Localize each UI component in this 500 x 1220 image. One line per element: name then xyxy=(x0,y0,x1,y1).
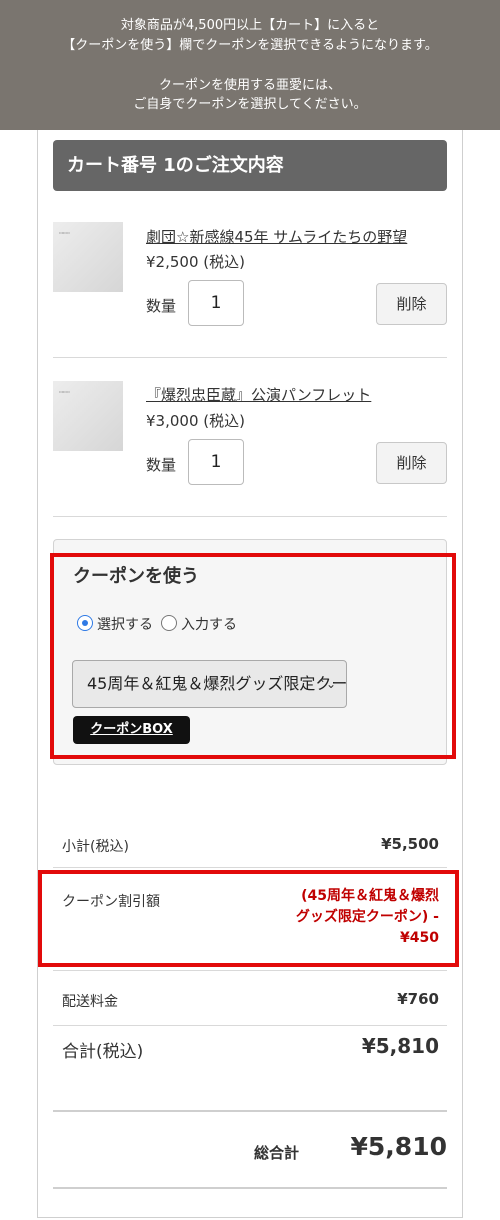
quantity-input[interactable]: 1 xyxy=(188,280,244,326)
product-name-link[interactable]: 劇団☆新感線45年 サムライたちの野望 xyxy=(146,226,407,247)
notice-line: 対象商品が4,500円以上【カート】に入ると xyxy=(120,18,380,33)
divider xyxy=(53,867,447,868)
shipping-value: ¥760 xyxy=(397,990,439,1008)
grand-total-label: 総合計 xyxy=(254,1144,300,1162)
product-image[interactable]: ▫▫▫▫ xyxy=(53,222,123,292)
total-value: ¥5,810 xyxy=(361,1034,439,1058)
subtotal-label: 小計(税込) xyxy=(62,839,129,855)
divider xyxy=(53,1187,447,1189)
delete-button[interactable]: 削除 xyxy=(376,283,447,325)
product-image[interactable]: ▫▫▫▫ xyxy=(53,381,123,451)
notice-line: ご自身でクーポンを選択してください。 xyxy=(133,97,367,112)
shipping-label: 配送料金 xyxy=(62,994,118,1010)
notice-line: クーポンを使用する亜愛には、 xyxy=(158,78,341,93)
divider xyxy=(53,970,447,971)
quantity-label: 数量 xyxy=(146,297,177,315)
delete-button[interactable]: 削除 xyxy=(376,442,447,484)
cart-header: カート番号 1のご注文内容 xyxy=(53,140,447,191)
product-price: ¥2,500 (税込) xyxy=(146,253,245,271)
product-price: ¥3,000 (税込) xyxy=(146,412,245,430)
grand-total-value: ¥5,810 xyxy=(350,1132,447,1161)
highlight-frame xyxy=(38,870,459,967)
notice-banner: 対象商品が4,500円以上【カート】に入ると 【クーポンを使う】欄でクーポンを選… xyxy=(0,0,500,130)
notice-line: 【クーポンを使う】欄でクーポンを選択できるようになります。 xyxy=(62,38,438,53)
divider xyxy=(53,516,447,517)
quantity-label: 数量 xyxy=(146,456,177,474)
highlight-frame xyxy=(50,553,456,759)
subtotal-value: ¥5,500 xyxy=(381,835,439,853)
product-name-link[interactable]: 『爆烈忠臣蔵』公演パンフレット xyxy=(146,384,371,405)
divider xyxy=(53,1025,447,1026)
quantity-input[interactable]: 1 xyxy=(188,439,244,485)
divider xyxy=(53,357,447,358)
total-label: 合計(税込) xyxy=(62,1042,144,1062)
divider xyxy=(53,1110,447,1112)
